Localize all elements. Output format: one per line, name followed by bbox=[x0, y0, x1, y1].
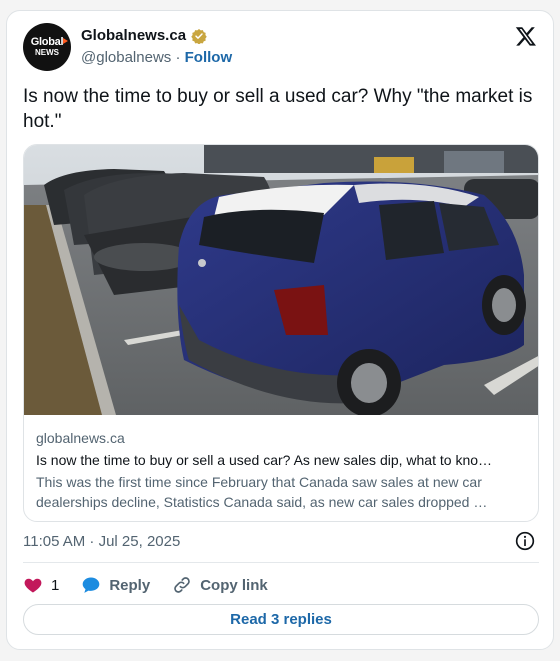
follow-button[interactable]: Follow bbox=[185, 49, 233, 66]
copy-link-action[interactable]: Copy link bbox=[172, 575, 268, 595]
like-action[interactable]: 1 bbox=[23, 575, 59, 595]
read-replies-button[interactable]: Read 3 replies bbox=[23, 604, 539, 635]
avatar-text-news: NEWS bbox=[35, 48, 59, 57]
copy-link-label: Copy link bbox=[200, 576, 268, 594]
tweet-card: Global NEWS Globalnews.ca @globalnews · … bbox=[6, 10, 554, 650]
link-headline[interactable]: Is now the time to buy or sell a used ca… bbox=[36, 452, 528, 468]
avatar-text-global: Global bbox=[30, 36, 69, 48]
author-handle-row: @globalnews · Follow bbox=[81, 49, 232, 66]
x-logo-icon[interactable] bbox=[515, 25, 537, 47]
link-description-line1: This was the first time since February t… bbox=[36, 474, 482, 490]
author-handle[interactable]: @globalnews bbox=[81, 49, 171, 66]
info-icon[interactable] bbox=[515, 531, 535, 551]
link-description: This was the first time since February t… bbox=[36, 472, 528, 512]
tweet-text: Is now the time to buy or sell a used ca… bbox=[23, 86, 533, 132]
author-name-row[interactable]: Globalnews.ca bbox=[81, 27, 207, 44]
verified-badge-icon bbox=[191, 28, 207, 44]
link-preview-card[interactable]: globalnews.ca Is now the time to buy or … bbox=[23, 144, 539, 522]
divider bbox=[23, 562, 539, 563]
link-description-line2: dealerships decline, Statistics Canada s… bbox=[36, 494, 488, 510]
handle-separator: · bbox=[175, 49, 181, 66]
heart-icon[interactable] bbox=[23, 575, 43, 595]
author-name[interactable]: Globalnews.ca bbox=[81, 27, 186, 44]
tweet-timestamp[interactable]: 11:05 AM · Jul 25, 2025 bbox=[23, 533, 180, 550]
reply-bubble-icon bbox=[83, 577, 100, 593]
article-photo[interactable] bbox=[24, 145, 539, 415]
avatar[interactable]: Global NEWS bbox=[23, 23, 71, 71]
like-count: 1 bbox=[51, 576, 60, 594]
action-bar: 1 Reply Copy link bbox=[23, 574, 290, 596]
reply-action[interactable]: Reply bbox=[81, 575, 150, 595]
reply-label: Reply bbox=[109, 576, 151, 594]
link-icon bbox=[174, 577, 190, 593]
link-domain: globalnews.ca bbox=[36, 430, 125, 446]
